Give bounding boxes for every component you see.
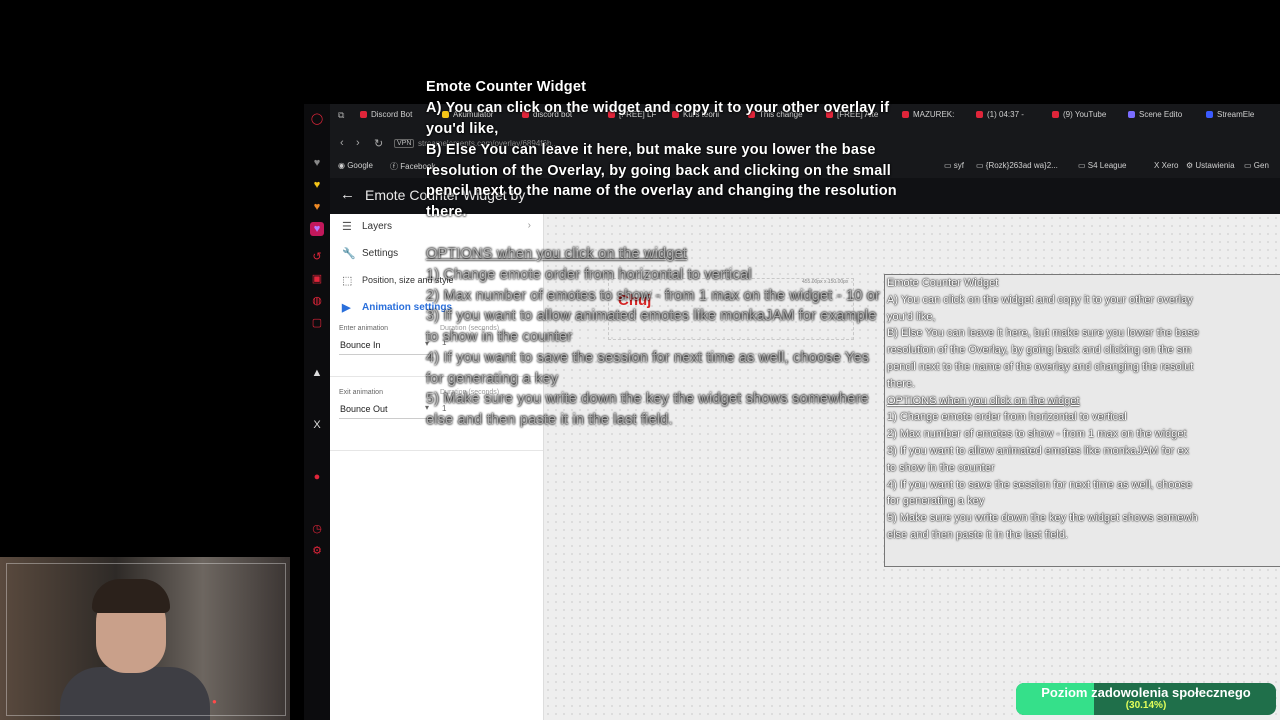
vpn-badge[interactable]: VPN [394,139,415,148]
rec-indicator-icon: ● [212,697,217,706]
bookmark-item[interactable]: X Xero [1154,161,1178,170]
overlay-option: for generating a key [426,371,559,387]
exit-animation-label: Exit animation [339,389,383,396]
instagram-icon[interactable]: ▢ [310,316,324,330]
bookmark-item[interactable]: ▭ syf [944,161,964,170]
heart-purple-icon[interactable]: ♥ [310,222,324,236]
browser-tab[interactable]: (1) 04:37 - [976,110,1024,119]
heart-orange-icon[interactable]: ♥ [310,200,324,214]
forward-nav-icon[interactable]: › [356,137,360,149]
browser-sidebar: ◯ ♥ ♥ ♥ ♥ ↺ ▣ ◍ ▢ ▲ X ● ◷ ⚙ [304,104,330,720]
bookmark-item[interactable]: ▭ {Rozk}263ad wa}2... [976,161,1058,170]
settings-icon[interactable]: ⚙ [310,544,324,558]
divider [330,450,543,451]
messenger-icon[interactable]: ◍ [310,294,324,308]
social-satisfaction-meter: Poziom zadowolenia społecznego (30.14%) [1016,683,1276,715]
note-option: 5) Make sure you write down the key the … [887,512,1198,525]
note-line: you'd like, [887,310,936,323]
webcam-frame [6,563,286,716]
bookmark-item[interactable]: ▭ Gen [1244,161,1269,170]
bookmark-item[interactable]: ◉ Google [338,161,373,170]
heart-yellow-icon[interactable]: ♥ [310,178,324,192]
note-option: 3) If you want to allow animated emotes … [887,444,1190,457]
layers-icon: ☰ [342,221,352,233]
chevron-right-icon: › [527,220,531,231]
overlay-options-heading: OPTIONS when you click on the widget [426,246,688,262]
overlay-line: you'd like, [426,121,499,137]
browser-tab[interactable]: Discord Bot [360,110,412,119]
wrench-icon: 🔧 [342,248,356,260]
overlay-line: pencil next to the name of the overlay a… [426,183,897,199]
overlay-line: B) Else You can leave it here, but make … [426,142,876,158]
enter-animation-label: Enter animation [339,325,389,332]
reload-icon[interactable]: ↻ [374,137,383,150]
note-option: else and then paste it in the last field… [887,528,1069,541]
note-title: Emote Counter Widget [887,277,999,289]
tab-menu-icon[interactable]: ⧉ [338,110,344,121]
overlay-option: 5) Make sure you write down the key the … [426,391,869,407]
animation-icon: ▶ [342,302,351,314]
browser-tab[interactable]: (9) YouTube [1052,110,1106,119]
x-icon[interactable]: X [310,418,324,432]
note-option: 1) Change emote order from horizontal to… [887,411,1127,424]
overlay-title: Emote Counter Widget [426,79,587,95]
note-line: resolution of the Overlay, by going back… [887,344,1192,357]
heart-icon[interactable]: ♥ [310,156,324,170]
overlay-option: to show in the counter [426,329,573,345]
note-option: 2) Max number of emotes to show - from 1… [887,428,1187,441]
overlay-option: 2) Max number of emotes to show - from 1… [426,288,881,304]
webcam-feed: ● [0,557,290,720]
note-line: A) You can click on the widget and copy … [887,293,1193,306]
note-line: there. [887,377,916,390]
clock-icon[interactable]: ◷ [310,522,324,536]
overlay-option: else and then paste it in the last field… [426,412,673,428]
overlay-line: A) You can click on the widget and copy … [426,100,890,116]
canvas-note-widget[interactable]: Emote Counter Widget A) You can click on… [884,274,1280,567]
position-icon: ⬚ [342,275,353,287]
meter-title: Poziom zadowolenia społecznego [1041,685,1251,700]
browser-tab[interactable]: Scene Edito [1128,110,1182,119]
exit-animation-select[interactable]: Bounce Out ▾ [339,402,431,419]
note-option: 4) If you want to save the session for n… [887,478,1193,491]
note-line: B) Else You can leave it here, but make … [887,327,1199,340]
back-nav-icon[interactable]: ‹ [340,137,344,149]
browser-tab[interactable]: MAZUREK: [902,110,954,119]
history-icon[interactable]: ↺ [310,250,324,264]
widget-dimensions: 455.00px x 150.00px [802,279,849,285]
overlay-option: 4) If you want to save the session for n… [426,350,870,366]
overlay-line: resolution of the Overlay, by going back… [426,163,891,179]
bookmark-item[interactable]: ⚙ Ustawienia [1186,161,1235,170]
overlay-line: there. [426,204,467,220]
overlay-option: 3) If you want to allow animated emotes … [426,308,877,324]
record-icon[interactable]: ● [310,470,324,484]
wallet-icon[interactable]: ▣ [310,272,324,286]
note-options-heading: OPTIONS when you click on the widget [887,394,1080,407]
opera-logo-icon[interactable]: ◯ [310,112,324,126]
note-line: pencil next to the name of the overlay a… [887,360,1194,373]
browser-tab[interactable]: StreamEle [1206,110,1254,119]
back-arrow-icon[interactable]: ← [340,186,355,203]
arrow-up-icon[interactable]: ▲ [310,366,324,380]
overlay-option: 1) Change emote order from horizontal to… [426,267,752,283]
meter-percent: (30.14%) [1125,700,1167,711]
bookmark-item[interactable]: ▭ S4 League [1078,161,1126,170]
enter-animation-select[interactable]: Bounce In ▾ [339,338,431,355]
note-option: to show in the counter [887,461,995,474]
note-option: for generating a key [887,495,985,508]
